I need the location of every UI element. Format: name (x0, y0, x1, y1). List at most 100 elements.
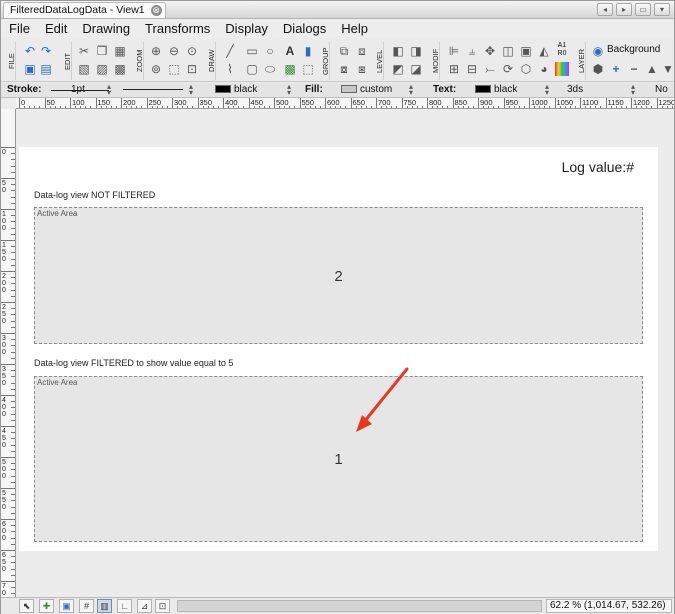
rotate-icon[interactable]: ⟳ (501, 62, 515, 76)
menu-help[interactable]: Help (341, 19, 368, 38)
close-icon[interactable]: ⊗ (150, 5, 162, 16)
stroke-color-stepper[interactable]: ▴ ▾ (287, 83, 291, 97)
menu-display[interactable]: Display (225, 19, 268, 38)
background-layer-label[interactable]: Background (607, 44, 660, 55)
same-size-icon[interactable]: ◫ (501, 44, 515, 58)
move-icon[interactable]: ✥ (483, 44, 497, 58)
zoom-out-icon[interactable]: ⊖ (167, 44, 181, 58)
view-tab[interactable]: FilteredDataLogData - View1 ⊗ (3, 2, 166, 18)
stroke-style-preview[interactable] (123, 82, 183, 90)
redo-icon[interactable]: ↷ (39, 44, 53, 58)
measure-icon[interactable]: ⊿ (137, 599, 152, 613)
stroke-style-stepper[interactable]: ▴ ▾ (189, 83, 193, 97)
ungroup-icon[interactable]: ⧈ (355, 44, 369, 58)
cut-icon[interactable]: ✂ (77, 44, 91, 58)
circle-tool-icon[interactable]: ○ (263, 44, 277, 58)
bring-front-icon[interactable]: ◧ (391, 44, 405, 58)
ruler-label: 1200 (633, 98, 650, 107)
save-icon[interactable]: ▣ (23, 62, 37, 76)
image-tool-icon[interactable]: ▩ (283, 62, 297, 76)
layer-up-icon[interactable]: ▲ (645, 62, 659, 76)
lock-icon[interactable]: ⊡ (155, 599, 170, 613)
distribute-icon[interactable]: ⊞ (447, 62, 461, 76)
stroke-color-select[interactable]: black (215, 83, 257, 97)
zoom-page-icon[interactable]: ⊡ (185, 62, 199, 76)
toolbar-group-level-label: LEVEL (375, 42, 384, 80)
axis-icon[interactable]: ∟ (117, 599, 132, 613)
fill-color-select[interactable]: custom (341, 83, 392, 97)
text-tool-icon[interactable]: A (283, 44, 297, 58)
scroll-left-icon[interactable]: ◂ (597, 3, 613, 16)
menu-edit[interactable]: Edit (45, 19, 67, 38)
rectangle-tool-icon[interactable]: ▭ (245, 44, 259, 58)
page[interactable]: Log value:# Data-log view NOT FILTERED A… (19, 117, 658, 587)
ruler-label: 500 (276, 98, 289, 107)
eye-icon[interactable]: ◉ (591, 44, 605, 58)
text-color-stepper[interactable]: ▴ ▾ (545, 83, 549, 97)
send-back-icon[interactable]: ◩ (391, 62, 405, 76)
zoom-in-icon[interactable]: ⊕ (149, 44, 163, 58)
add-layer-icon[interactable]: + (609, 62, 623, 76)
align-bottom-icon[interactable]: ⫨ (465, 44, 479, 58)
remove-layer-icon[interactable]: − (627, 62, 641, 76)
align-left-icon[interactable]: ⊫ (447, 44, 461, 58)
stroke-width-stepper[interactable]: ▴ ▾ (107, 83, 111, 97)
font-stepper[interactable]: ▴ ▾ (631, 83, 635, 97)
text-color-select[interactable]: black (475, 83, 517, 97)
maximize-icon[interactable]: ▭ (635, 3, 651, 16)
page-icon[interactable]: ▣ (59, 599, 74, 613)
snap-icon[interactable]: ✚ (39, 599, 54, 613)
ruler-tick (1, 333, 15, 334)
send-backward-icon[interactable]: ◪ (409, 62, 423, 76)
layer-box-icon[interactable]: ⬢ (591, 62, 605, 76)
font-select[interactable]: 3ds (567, 83, 583, 97)
ellipse-tool-icon[interactable]: ⬭ (263, 62, 277, 76)
layout-icon[interactable]: ▥ (97, 599, 112, 613)
zoom-fit-icon[interactable]: ⊙ (185, 44, 199, 58)
duplicate-icon[interactable]: ▧ (77, 62, 91, 76)
fill-color-stepper[interactable]: ▴ ▾ (409, 83, 413, 97)
pointer-mode-icon[interactable]: ⬉ (19, 599, 34, 613)
drawing-canvas[interactable]: Log value:# Data-log view NOT FILTERED A… (16, 109, 674, 597)
group-all-icon[interactable]: ⧇ (337, 62, 351, 76)
paste-icon[interactable]: ▦ (113, 44, 127, 58)
zoom-coordinates: 62.2 % (1,014.67, 532.26) (546, 599, 672, 613)
cylinder-tool-icon[interactable]: ▮ (301, 44, 315, 58)
bring-forward-icon[interactable]: ◨ (409, 44, 423, 58)
shadow-icon[interactable]: ◕ (537, 62, 551, 76)
connector-icon[interactable]: ⤚ (483, 62, 497, 76)
undo-icon[interactable]: ↶ (23, 44, 37, 58)
text-option-value[interactable]: No (655, 83, 668, 97)
rounded-rect-tool-icon[interactable]: ▢ (245, 62, 259, 76)
menu-transforms[interactable]: Transforms (145, 19, 210, 38)
grid-icon[interactable]: # (79, 599, 94, 613)
ruler-tick (1, 302, 15, 303)
ruler-tick (1, 488, 15, 489)
copy-icon[interactable]: ❐ (95, 44, 109, 58)
polyline-tool-icon[interactable]: ⌇ (223, 62, 237, 76)
delete-icon[interactable]: ▩ (113, 62, 127, 76)
edit-points-icon[interactable]: ⬡ (519, 62, 533, 76)
perspective-icon[interactable]: ◭ (537, 44, 551, 58)
area-tool-icon[interactable]: ⬚ (301, 62, 315, 76)
page-footer-band (19, 551, 658, 587)
menu-drawing[interactable]: Drawing (82, 19, 130, 38)
save-all-icon[interactable]: ▤ (39, 62, 53, 76)
group-icon[interactable]: ⧉ (337, 44, 351, 58)
clone-icon[interactable]: ▨ (95, 62, 109, 76)
stroke-width-value[interactable]: 1pt (71, 83, 85, 97)
menu-file[interactable]: File (9, 19, 30, 38)
menu-dialogs[interactable]: Dialogs (283, 19, 326, 38)
dropdown-icon[interactable]: ▾ (654, 3, 670, 16)
line-tool-icon[interactable]: ╱ (223, 44, 237, 58)
color-palette-icon[interactable]: ▪ (555, 62, 569, 76)
tile-icon[interactable]: ▣ (519, 44, 533, 58)
scroll-right-icon[interactable]: ▸ (616, 3, 632, 16)
zoom-selection-icon[interactable]: ⬚ (167, 62, 181, 76)
layer-down-icon[interactable]: ▼ (661, 62, 675, 76)
zoom-actual-icon[interactable]: ⊚ (149, 62, 163, 76)
ruler-label: 1100 (582, 98, 599, 107)
ruler-label: 1250 (658, 98, 675, 107)
flip-icon[interactable]: ⊟ (465, 62, 479, 76)
ungroup-all-icon[interactable]: ⧆ (355, 62, 369, 76)
